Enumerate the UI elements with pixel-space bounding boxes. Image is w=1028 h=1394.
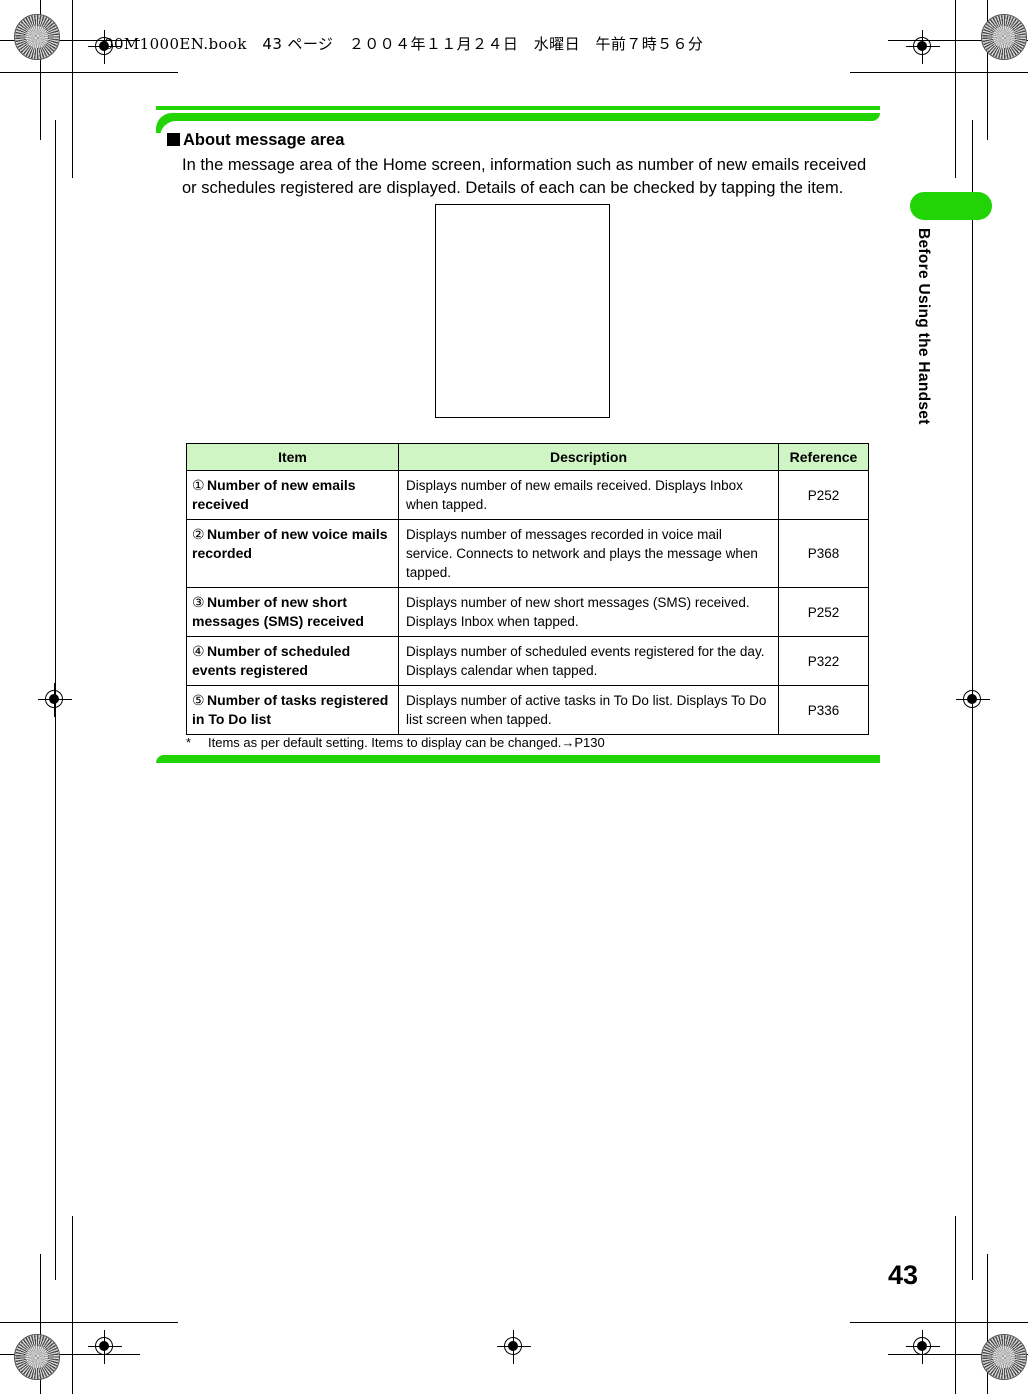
message-area-items-table: Item Description Reference ① Number of ne… [186, 443, 869, 735]
crosshair-dot [917, 41, 927, 51]
column-header-item: Item [186, 443, 399, 471]
page-header-imposition-text: 00M1000EN.book 43 ページ ２００４年１１月２４日 水曜日 午前… [104, 33, 703, 54]
trim-line-top-right [850, 72, 1028, 73]
square-bullet-icon [167, 133, 180, 146]
cell-item: ④ Number of scheduled events registered [186, 636, 399, 686]
cell-reference[interactable]: P322 [778, 636, 869, 686]
trim-line-bottom-right [850, 1322, 1028, 1323]
print-control-target-bottom-left [14, 1334, 60, 1380]
cell-description: Displays number of active tasks in To Do… [398, 685, 779, 735]
section-heading: About message area [167, 131, 344, 150]
trim-line-left-bottom [72, 1216, 73, 1394]
chapter-tab-label: Before Using the Handset [915, 228, 932, 425]
home-screen-figure-placeholder [435, 204, 610, 418]
column-header-description: Description [398, 443, 779, 471]
registration-mark-bottom-left [88, 1330, 122, 1364]
content-frame-bottom-rule [156, 755, 880, 763]
crosshair-dot [508, 1341, 518, 1351]
footnote-marker: * [186, 735, 192, 750]
item-number-4-icon: ④ [192, 643, 205, 659]
burst-inner [993, 26, 1015, 48]
cell-description: Displays number of messages recorded in … [398, 519, 779, 588]
table-footnote: * Items as per default setting. Items to … [186, 735, 876, 750]
cell-reference[interactable]: P368 [778, 519, 869, 588]
chapter-tab-pill [910, 192, 992, 220]
item-label: Number of scheduled events registered [192, 643, 351, 678]
cell-description: Displays number of scheduled events regi… [398, 636, 779, 686]
crosshair-dot [49, 694, 59, 704]
trim-line-right-bottom [955, 1216, 956, 1394]
trim-line-bottom-left [0, 1322, 178, 1323]
cell-reference[interactable]: P252 [778, 470, 869, 520]
cell-description: Displays number of new emails received. … [398, 470, 779, 520]
page-header-page-label: 43 ページ [262, 35, 334, 53]
crosshair-dot [917, 1341, 927, 1351]
page-header-weekday: 水曜日 [533, 35, 580, 53]
registration-mark-top-right [906, 30, 940, 64]
registration-mark-bottom-center [497, 1330, 531, 1364]
item-number-3-icon: ③ [192, 594, 205, 610]
cell-item: ③ Number of new short messages (SMS) rece… [186, 587, 399, 637]
cell-item: ② Number of new voice mails recorded [186, 519, 399, 588]
section-heading-text: About message area [183, 131, 345, 149]
registration-mark-right-middle [956, 683, 990, 717]
print-control-target-bottom-right [981, 1334, 1027, 1380]
trim-line-right-top [955, 0, 956, 178]
table-row: ④ Number of scheduled events registered D… [186, 636, 869, 686]
cell-item: ⑤ Number of tasks registered in To Do lis… [186, 685, 399, 735]
page-number: 43 [888, 1260, 919, 1290]
item-number-1-icon: ① [192, 477, 205, 493]
table-row: ② Number of new voice mails recorded Disp… [186, 519, 869, 588]
cell-item: ① Number of new emails received [186, 470, 399, 520]
cell-description: Displays number of new short messages (S… [398, 587, 779, 637]
item-label: Number of new emails received [192, 477, 356, 512]
content-frame-top-thick-rule [156, 113, 880, 131]
print-control-target-top-left [14, 14, 60, 60]
item-label: Number of new short messages (SMS) recei… [192, 594, 364, 629]
trim-line-left-top [72, 0, 73, 178]
cell-reference[interactable]: P336 [778, 685, 869, 735]
print-control-target-top-right [981, 14, 1027, 60]
page-header-filename: 00M1000EN.book [104, 35, 247, 53]
page-header-date: ２００４年１１月２４日 [348, 35, 519, 53]
cell-reference[interactable]: P252 [778, 587, 869, 637]
registration-mark-left-middle [38, 683, 72, 717]
item-number-5-icon: ⑤ [192, 692, 205, 708]
item-label: Number of tasks registered in To Do list [192, 692, 389, 727]
burst-inner [26, 26, 48, 48]
table-row: ⑤ Number of tasks registered in To Do lis… [186, 685, 869, 735]
section-body-paragraph: In the message area of the Home screen, … [182, 156, 867, 197]
table-row: ① Number of new emails received Displays … [186, 470, 869, 520]
content-frame-top-thin-rule [156, 106, 880, 110]
table-header-row: Item Description Reference [186, 443, 869, 471]
trim-line-top-left [0, 72, 178, 73]
footnote-text: Items as per default setting. Items to d… [208, 735, 605, 750]
burst-inner [993, 1346, 1015, 1368]
item-number-2-icon: ② [192, 526, 205, 542]
table-row: ③ Number of new short messages (SMS) rece… [186, 587, 869, 637]
burst-inner [26, 1346, 48, 1368]
registration-mark-bottom-right [906, 1330, 940, 1364]
crosshair-dot [99, 1341, 109, 1351]
column-header-reference: Reference [778, 443, 869, 471]
page-header-time: 午前７時５６分 [595, 35, 704, 53]
item-label: Number of new voice mails recorded [192, 526, 388, 561]
crosshair-dot [967, 694, 977, 704]
